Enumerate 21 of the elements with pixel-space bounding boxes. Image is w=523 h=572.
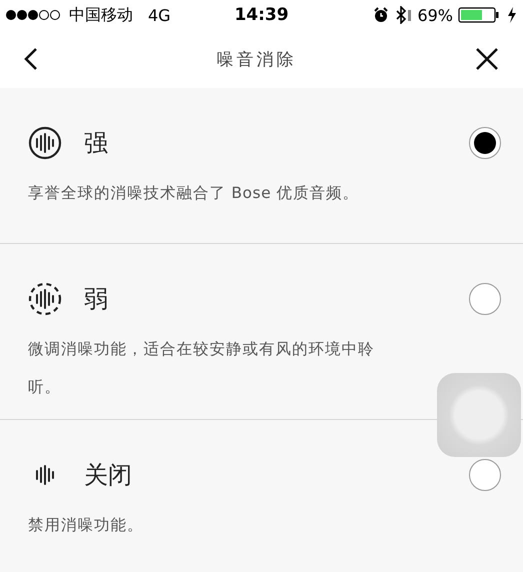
battery-percent: 69% <box>417 6 453 24</box>
bluetooth-icon <box>394 6 412 24</box>
option-description: 享誉全球的消噪技术融合了 Bose 优质音频。 <box>28 183 360 204</box>
radio-button[interactable] <box>469 459 501 491</box>
carrier-name: 中国移动 <box>69 4 133 26</box>
close-icon <box>475 47 499 71</box>
option-title: 关闭 <box>84 460 133 491</box>
network-type: 4G <box>148 6 171 24</box>
status-time: 14:39 <box>234 5 289 25</box>
charging-bolt-icon <box>507 7 517 23</box>
option-title: 弱 <box>84 284 109 315</box>
radio-button[interactable] <box>469 283 501 315</box>
radio-button[interactable] <box>469 127 501 159</box>
sound-wave-dashed-circle-icon <box>28 281 62 317</box>
option-description: 禁用消噪功能。 <box>28 515 144 536</box>
sound-wave-circle-icon <box>28 125 62 161</box>
option-description: 微调消噪功能，适合在较安静或有风的环境中聆听。 <box>28 339 376 398</box>
screen-title: 噪音消除 <box>216 48 296 70</box>
option-title: 强 <box>84 128 109 159</box>
alarm-clock-icon <box>373 7 390 23</box>
back-chevron-icon <box>24 47 38 71</box>
